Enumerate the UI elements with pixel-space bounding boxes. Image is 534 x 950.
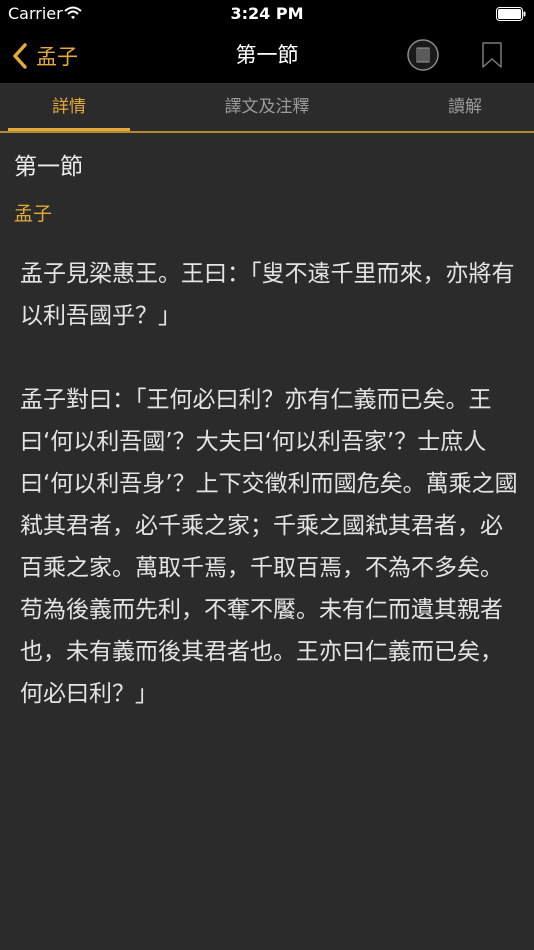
tab-translation-notes[interactable]: 譯文及注釋 (200, 83, 334, 131)
bookmark-icon[interactable] (481, 41, 503, 69)
battery-icon (496, 7, 526, 21)
navigation-bar: 孟子 第一節 (0, 28, 534, 83)
screen: Carrier 3:24 PM 孟子 第一節 詳情 譯文及注釋 讀解 第一節 孟… (0, 0, 534, 950)
passage-paragraph-1: 孟子見梁惠王。王曰：「叟不遠千里而來，亦將有以利吾國乎？」 (20, 261, 515, 329)
tab-bar: 詳情 譯文及注釋 讀解 (0, 83, 534, 133)
active-tab-indicator (8, 128, 130, 131)
status-bar: Carrier 3:24 PM (0, 0, 534, 28)
content-area: 第一節 孟子 孟子見梁惠王。王曰：「叟不遠千里而來，亦將有以利吾國乎？」 孟子對… (0, 133, 534, 950)
book-name: 孟子 (14, 203, 53, 225)
slider-toggle-icon[interactable] (407, 39, 439, 71)
tab-commentary[interactable]: 讀解 (420, 83, 510, 131)
page-title: 第一節 (235, 43, 299, 67)
status-time: 3:24 PM (230, 4, 304, 23)
tab-details[interactable]: 詳情 (8, 83, 130, 131)
section-title: 第一節 (14, 154, 83, 180)
passage-paragraph-2: 孟子對曰：「王何必曰利？亦有仁義而已矣。王曰‘何以利吾國’？大夫曰‘何以利吾家’… (20, 387, 518, 707)
